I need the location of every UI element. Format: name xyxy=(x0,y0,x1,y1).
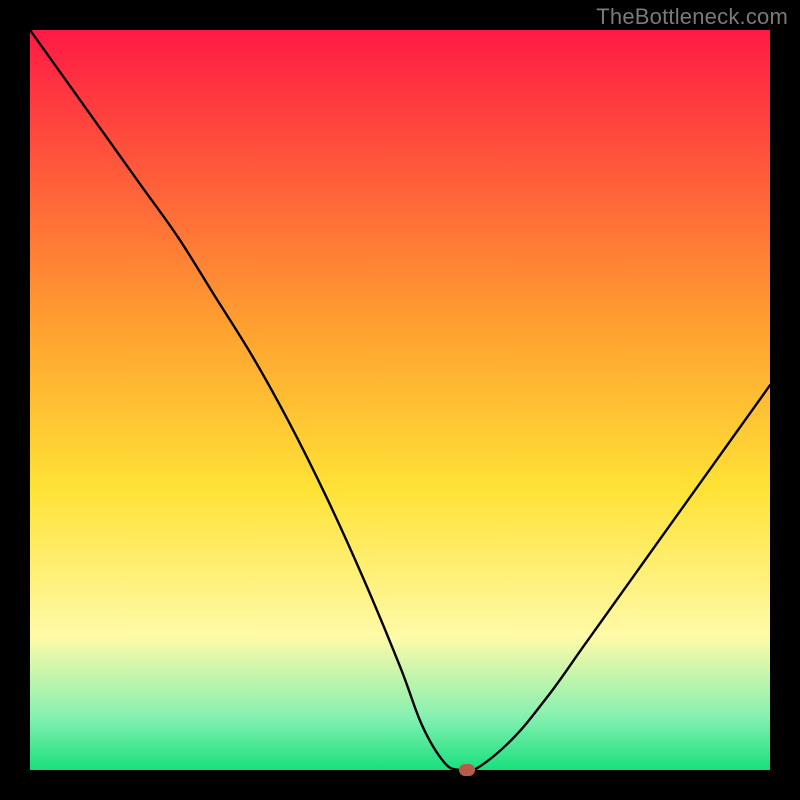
chart-frame: TheBottleneck.com xyxy=(0,0,800,800)
curve-svg xyxy=(30,30,770,770)
plot-area xyxy=(30,30,770,770)
selection-marker xyxy=(459,764,475,776)
watermark-text: TheBottleneck.com xyxy=(596,4,788,30)
bottleneck-curve xyxy=(30,30,770,770)
